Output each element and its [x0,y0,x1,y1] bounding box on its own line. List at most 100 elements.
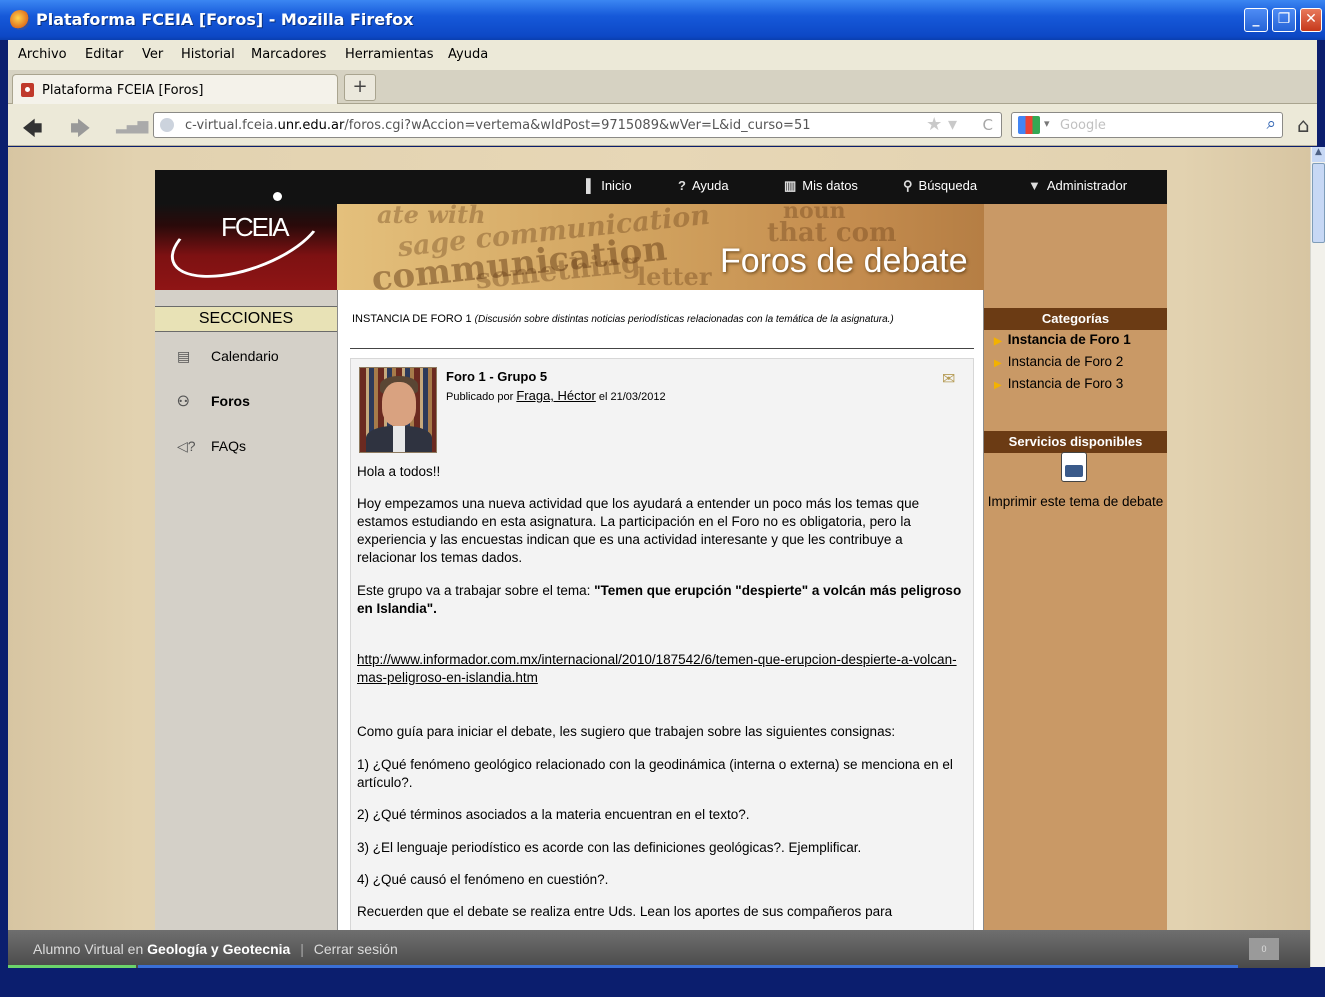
author-avatar [359,367,437,453]
menu-ver[interactable]: Ver [142,47,163,62]
post-paragraph: http://www.informador.com.mx/internacion… [357,651,957,687]
menu-archivo[interactable]: Archivo [18,47,67,62]
forum-banner: ate with sage communication communicatio… [337,204,984,290]
post-paragraph: Recuerden que el debate se realiza entre… [357,904,893,919]
signal-bars-icon: ▂▄▆ [116,118,149,134]
status-text: Alumno Virtual en Geología y Geotecnia |… [33,941,398,957]
back-arrow-icon[interactable]: 🡄 [22,114,43,148]
category-item[interactable]: ▶ Instancia de Foro 1 [994,332,1131,347]
faq-icon: ◁? [177,438,196,454]
minimize-button[interactable]: _ [1244,8,1268,32]
header-right-panel [984,204,1167,290]
post-paragraph: Hoy empezamos una nueva actividad que lo… [357,496,920,565]
site-identity-icon[interactable] [160,118,174,132]
forum-post: Foro 1 - Grupo 5 Publicado por Fraga, Hé… [350,358,974,930]
home-icon[interactable]: ⌂ [1297,113,1310,137]
sidebar-item-label: Calendario [211,348,279,364]
divider [350,348,974,349]
course-name: Geología y Geotecnia [147,941,291,957]
nav-busqueda[interactable]: ⚲ Búsqueda [903,178,977,194]
nav-inicio[interactable]: ▌ Inicio [586,178,632,193]
reload-icon[interactable]: C [983,116,993,134]
vertical-scrollbar[interactable]: ▲ [1310,147,1325,967]
banner-word: letter [637,262,712,290]
search-box[interactable]: ▾ Google ⌕ [1011,112,1283,138]
sidebar-item-faqs[interactable]: ◁? FAQs [177,438,246,455]
fceia-logo[interactable]: FCEIA [155,174,337,296]
sections-header: SECCIONES [155,306,337,332]
navigation-toolbar: 🡄 🡆 ▂▄▆ c-virtual.fceia.unr.edu.ar/foros… [8,104,1317,146]
page-viewport: ▌ Inicio ? Ayuda ▥ Mis datos ⚲ Búsqueda ▼ Adm… [8,147,1310,930]
nav-ayuda[interactable]: ? Ayuda [678,178,729,193]
address-bar[interactable]: c-virtual.fceia.unr.edu.ar/foros.cgi?wAc… [153,112,1002,138]
url-text: c-virtual.fceia.unr.edu.ar/foros.cgi?wAc… [185,118,811,133]
scroll-up-icon[interactable]: ▲ [1312,147,1325,162]
role-label: Alumno Virtual en [33,941,144,957]
sections-sidebar: SECCIONES ▤ Calendario ⚇ Foros ◁? FAQs [155,290,337,930]
arrow-right-icon: ▶ [994,380,1002,391]
forum-content: INSTANCIA DE FORO 1 (Discusión sobre dis… [337,290,984,930]
post-paragraph: Hola a todos!! [357,464,441,479]
post-meta: Publicado por Fraga, Héctor el 21/03/201… [446,388,666,403]
categories-header: Categorías [984,308,1167,330]
services-header: Servicios disponibles [984,431,1167,453]
category-item[interactable]: ▶ Instancia de Foro 3 [994,376,1123,391]
logout-link[interactable]: Cerrar sesión [314,941,398,957]
calendar-icon: ▤ [177,348,191,364]
help-icon: ? [678,178,686,193]
menu-historial[interactable]: Historial [181,47,235,62]
post-paragraph: Como guía para iniciar el debate, les su… [357,724,896,739]
article-link[interactable]: http://www.informador.com.mx/internacion… [357,652,957,685]
taskbar [0,968,1325,997]
forward-arrow-icon[interactable]: 🡆 [70,114,91,148]
google-icon[interactable] [1018,116,1040,134]
arrow-right-icon: ▶ [994,358,1002,369]
forum-tree-icon: ⚇ [177,393,190,409]
window-title: Plataforma FCEIA [Foros] - Mozilla Firef… [36,10,414,29]
sidebar-item-foros[interactable]: ⚇ Foros [177,393,250,410]
search-placeholder: Google [1060,118,1106,133]
sidebar-item-label: Foros [211,393,250,409]
menu-herramientas[interactable]: Herramientas [345,47,434,62]
nav-administrador[interactable]: ▼ Administrador [1028,178,1127,193]
nav-mis-datos[interactable]: ▥ Mis datos [784,178,858,194]
new-tab-button[interactable]: + [344,74,376,101]
sidebar-item-calendario[interactable]: ▤ Calendario [177,348,279,365]
logo-text: FCEIA [221,212,290,242]
post-paragraph: Este grupo va a trabajar sobre el tema: … [357,583,962,616]
post-date: el 21/03/2012 [598,391,666,403]
window-title-bar: Plataforma FCEIA [Foros] - Mozilla Firef… [0,0,1325,40]
menu-ayuda[interactable]: Ayuda [448,47,488,62]
site-favicon-icon [21,83,34,97]
post-question: 1) ¿Qué fenómeno geológico relacionado c… [357,757,953,790]
admin-shield-icon: ▼ [1028,178,1041,193]
tab-foros[interactable]: Plataforma FCEIA [Foros] [12,74,338,104]
status-badge: 0 [1249,938,1279,960]
post-question: 4) ¿Qué causó el fenómeno en cuestión?. [357,872,609,887]
right-sidebar: Categorías ▶ Instancia de Foro 1 ▶ Instanc… [984,290,1167,930]
scroll-thumb[interactable] [1312,163,1325,243]
published-by-label: Publicado por [446,391,514,403]
search-engine-dropdown-icon[interactable]: ▾ [1044,117,1050,130]
author-link[interactable]: Fraga, Héctor [516,388,595,403]
close-button[interactable]: ✕ [1300,8,1322,32]
data-icon: ▥ [784,178,797,193]
reply-envelope-icon[interactable]: ✉ [942,369,955,388]
menu-marcadores[interactable]: Marcadores [251,47,326,62]
inicio-icon: ▌ [586,178,596,193]
tab-bar: Plataforma FCEIA [Foros] + [8,70,1317,104]
category-item[interactable]: ▶ Instancia de Foro 2 [994,354,1123,369]
instance-title: INSTANCIA DE FORO 1 [352,313,472,325]
menu-editar[interactable]: Editar [85,47,124,62]
print-topic-link[interactable]: Imprimir este tema de debate [984,494,1167,509]
sidebar-item-label: FAQs [211,438,247,454]
arrow-right-icon: ▶ [994,336,1002,347]
tab-label: Plataforma FCEIA [Foros] [42,83,204,98]
maximize-button[interactable]: ❐ [1272,8,1296,32]
post-question: 3) ¿El lenguaje periodístico es acorde c… [357,840,862,855]
firefox-icon [10,10,30,30]
magnifier-icon[interactable]: ⌕ [1266,114,1276,134]
search-wand-icon: ⚲ [903,178,913,193]
bookmark-star-icon[interactable]: ★ ▾ [926,114,957,135]
printer-icon[interactable] [1061,452,1087,482]
